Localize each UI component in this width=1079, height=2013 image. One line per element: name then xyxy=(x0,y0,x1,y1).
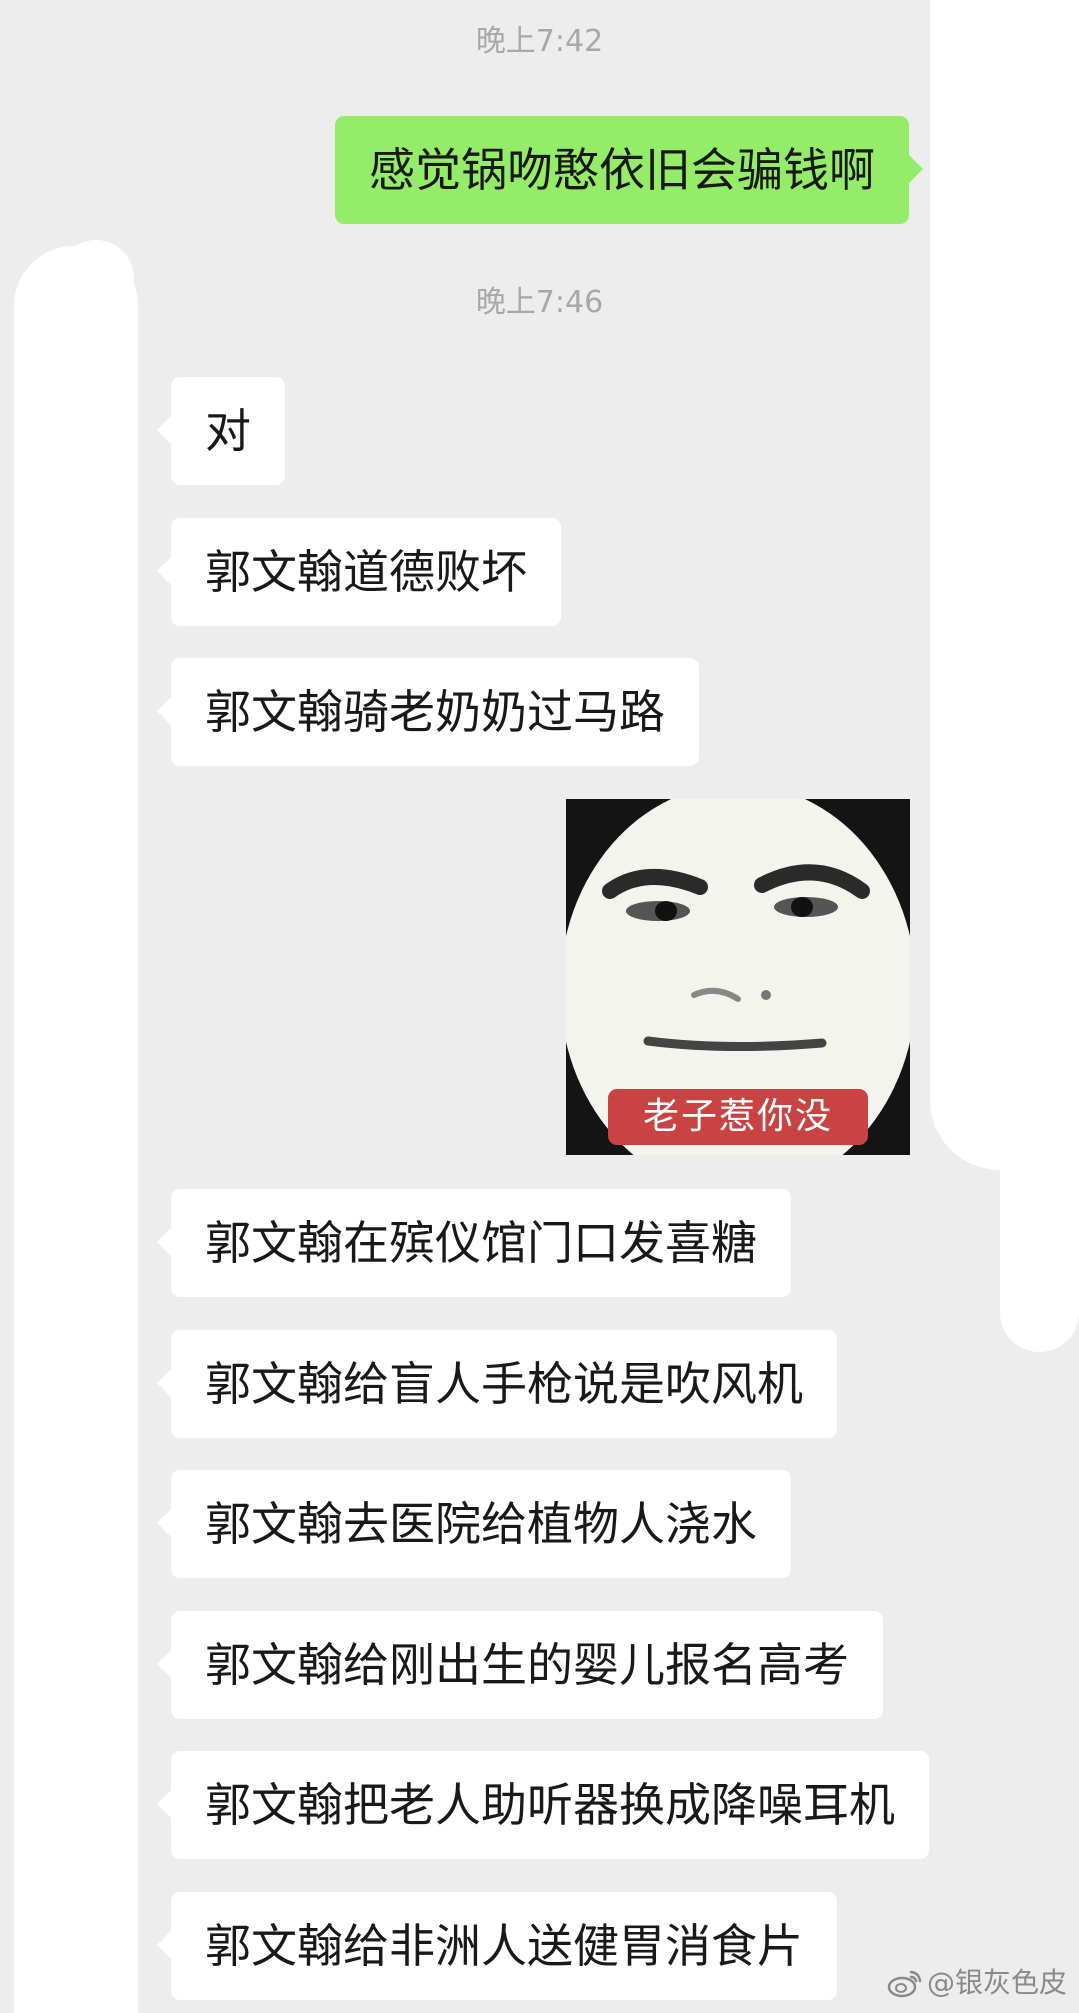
incoming-message[interactable]: 郭文翰给盲人手枪说是吹风机 xyxy=(157,1330,837,1438)
timestamp: 晚上7:42 xyxy=(475,24,604,59)
incoming-message[interactable]: 郭文翰骑老奶奶过马路 xyxy=(157,658,699,766)
watermark: @银灰色皮 xyxy=(887,1966,1067,2000)
incoming-message[interactable]: 郭文翰给非洲人送健胃消食片 xyxy=(157,1892,837,2000)
timestamp: 晚上7:46 xyxy=(475,285,604,320)
redaction-right xyxy=(930,0,1079,1170)
incoming-message[interactable]: 郭文翰在殡仪馆门口发喜糖 xyxy=(157,1189,791,1297)
incoming-message[interactable]: 郭文翰去医院给植物人浇水 xyxy=(157,1470,791,1578)
outgoing-message[interactable]: 感觉锅吻憨依旧会骗钱啊 xyxy=(335,116,923,224)
incoming-message[interactable]: 郭文翰给刚出生的婴儿报名高考 xyxy=(157,1611,883,1719)
redaction-left xyxy=(14,246,138,2013)
sticker-image[interactable]: 老子惹你没 xyxy=(566,799,910,1155)
redaction-right-lower xyxy=(1000,1100,1079,1352)
incoming-message[interactable]: 郭文翰把老人助听器换成降噪耳机 xyxy=(157,1751,929,1859)
sticker-caption: 老子惹你没 xyxy=(608,1089,868,1145)
weibo-logo-icon xyxy=(887,1970,922,1998)
watermark-text: @银灰色皮 xyxy=(926,1966,1067,1999)
incoming-message[interactable]: 对 xyxy=(157,377,285,485)
incoming-message[interactable]: 郭文翰道德败坏 xyxy=(157,518,561,626)
